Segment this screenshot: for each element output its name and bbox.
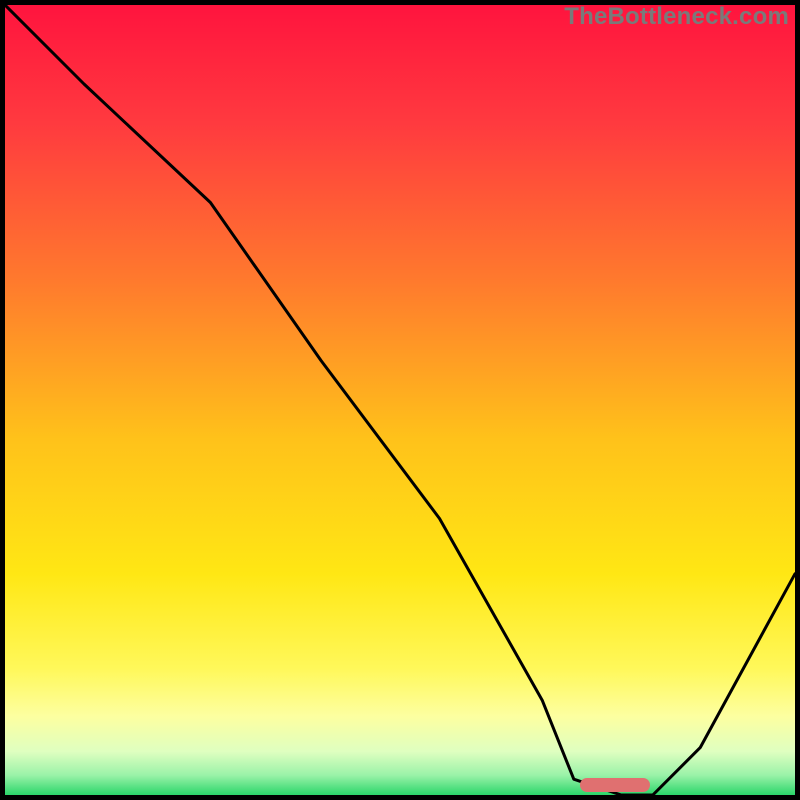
gradient-background [5,5,795,795]
target-marker [580,778,650,792]
chart-frame: TheBottleneck.com [0,0,800,800]
watermark-text: TheBottleneck.com [564,3,789,31]
